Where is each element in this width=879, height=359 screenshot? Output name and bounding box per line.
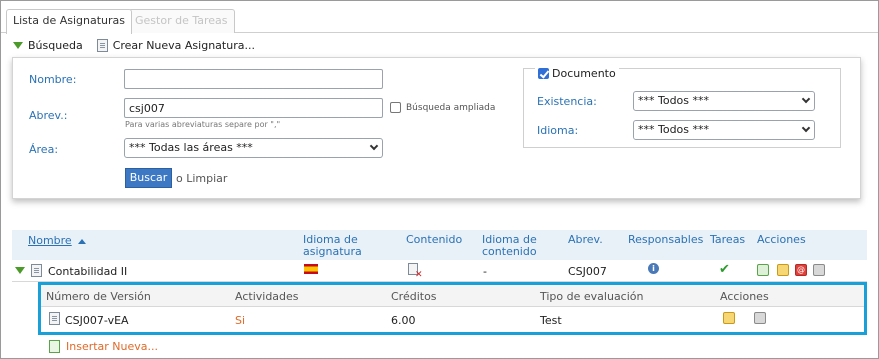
edit-pencil-icon[interactable]	[723, 312, 735, 324]
idioma-select[interactable]: *** Todos ***	[633, 120, 815, 140]
area-select[interactable]: *** Todas las áreas ***	[124, 138, 383, 158]
col-acciones-header: Acciones	[720, 290, 769, 303]
add-version-icon[interactable]	[757, 264, 769, 276]
abrev-input[interactable]	[124, 98, 383, 118]
chevron-down-icon	[369, 141, 379, 151]
sort-ascending-icon	[77, 238, 86, 244]
chevron-down-icon	[801, 94, 811, 104]
subject-name[interactable]: Contabilidad II	[48, 265, 127, 278]
toolbar: Búsqueda Crear Nueva Asignatura...	[13, 37, 269, 53]
extended-search-label: Búsqueda ampliada	[406, 103, 496, 113]
document-label: Documento	[552, 67, 616, 80]
col-contenido-header: Contenido	[406, 233, 463, 246]
abrev-label: Abrev.:	[29, 109, 68, 122]
trash-icon[interactable]	[813, 264, 825, 276]
versions-header: Número de Versión Actividades Créditos T…	[41, 285, 864, 307]
search-panel: Nombre: Abrev.: Para varias abreviaturas…	[12, 57, 861, 199]
col-idioma-asignatura-line2: asignatura	[303, 245, 362, 258]
nombre-label: Nombre:	[29, 73, 77, 86]
document-legend: Documento	[535, 67, 619, 80]
create-subject-button[interactable]: Crear Nueva Asignatura...	[96, 38, 255, 52]
add-document-icon	[49, 340, 60, 353]
col-actividades-header: Actividades	[235, 290, 299, 303]
version-evaluation-type: Test	[540, 314, 562, 327]
search-button[interactable]: Buscar	[125, 168, 172, 188]
table-row[interactable]: Contabilidad II ✕ - CSJ007 i ✔ @	[12, 260, 867, 282]
insert-new-link[interactable]: Insertar Nueva...	[49, 340, 158, 353]
info-icon[interactable]: i	[648, 263, 659, 274]
extended-search-checkbox[interactable]	[390, 102, 401, 113]
document-icon	[31, 264, 42, 277]
collapse-triangle-icon	[13, 41, 23, 49]
chevron-down-icon	[801, 123, 811, 133]
clear-link-group: o Limpiar	[176, 172, 227, 185]
existencia-select[interactable]: *** Todos ***	[633, 91, 815, 111]
version-number[interactable]: CSJ007-vEA	[65, 314, 129, 327]
idioma-label: Idioma:	[537, 124, 579, 137]
col-nombre-header[interactable]: Nombre	[28, 235, 86, 247]
document-checkbox[interactable]	[538, 68, 549, 79]
document-icon	[49, 312, 60, 325]
subject-abrev: CSJ007	[568, 265, 607, 278]
version-credits: 6.00	[391, 314, 416, 327]
col-tareas-header: Tareas	[710, 233, 746, 246]
email-icon[interactable]: @	[795, 264, 807, 276]
expand-triangle-icon[interactable]	[15, 267, 25, 274]
area-label: Área:	[29, 143, 59, 156]
create-subject-label: Crear Nueva Asignatura...	[112, 38, 255, 52]
existencia-select-value: *** Todos ***	[638, 94, 710, 107]
check-icon: ✔	[719, 262, 730, 277]
versions-subtable: Número de Versión Actividades Créditos T…	[38, 282, 867, 335]
col-numero-version-header: Número de Versión	[46, 290, 151, 303]
col-tipo-evaluacion-header: Tipo de evaluación	[540, 290, 644, 303]
trash-icon[interactable]	[754, 312, 766, 324]
search-toggle-button[interactable]: Búsqueda	[13, 39, 83, 52]
clear-link[interactable]: Limpiar	[186, 172, 227, 185]
col-idioma-contenido-header: Idioma de contenido	[482, 234, 537, 258]
tab-gestor-tareas[interactable]: Gestor de Tareas	[128, 9, 235, 33]
search-toggle-label: Búsqueda	[28, 38, 83, 52]
idioma-select-value: *** Todos ***	[638, 123, 710, 136]
version-activities[interactable]: Si	[235, 314, 245, 327]
col-acciones-header: Acciones	[757, 233, 806, 246]
insert-new-label: Insertar Nueva...	[66, 340, 159, 353]
existencia-label: Existencia:	[537, 95, 597, 108]
document-icon	[96, 38, 108, 52]
or-text: o	[176, 172, 183, 185]
area-select-value: *** Todas las áreas ***	[129, 141, 253, 154]
col-responsables-header: Responsables	[628, 233, 704, 246]
window-frame: Lista de Asignaturas Gestor de Tareas Bú…	[0, 0, 879, 359]
missing-x-icon: ✕	[415, 270, 423, 280]
tab-bar: Lista de Asignaturas Gestor de Tareas	[1, 1, 878, 34]
table-header: Nombre Idioma de asignatura Contenido Id…	[12, 230, 867, 260]
content-language: -	[483, 265, 487, 278]
edit-pencil-icon[interactable]	[777, 264, 789, 276]
spanish-flag-icon	[304, 264, 318, 274]
tab-lista-asignaturas[interactable]: Lista de Asignaturas	[6, 9, 132, 34]
col-idioma-contenido-line2: contenido	[482, 245, 537, 258]
col-idioma-asignatura-header: Idioma de asignatura	[303, 234, 362, 258]
col-nombre-label: Nombre	[28, 234, 72, 247]
abrev-hint: Para varias abreviaturas separe por ","	[125, 120, 281, 129]
col-creditos-header: Créditos	[391, 290, 437, 303]
nombre-input[interactable]	[124, 69, 383, 89]
col-abrev-header: Abrev.	[568, 233, 603, 246]
